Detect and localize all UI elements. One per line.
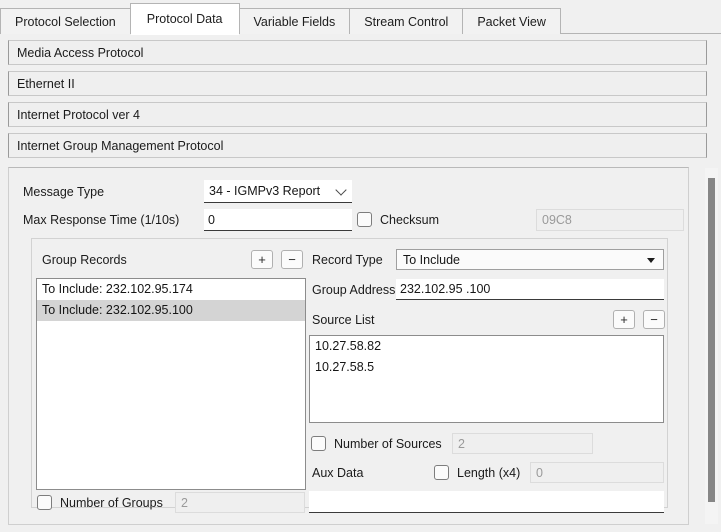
group-records-listbox[interactable]: To Include: 232.102.95.174 To Include: 2… bbox=[36, 278, 306, 490]
chevron-down-icon bbox=[335, 184, 346, 195]
group-address-label: Group Address bbox=[312, 283, 395, 297]
checksum-label: Checksum bbox=[380, 213, 439, 227]
group-address-value: 232.102.95 .100 bbox=[400, 282, 490, 296]
record-type-label: Record Type bbox=[312, 253, 383, 267]
checksum-value-field: 09C8 bbox=[536, 209, 684, 231]
tab-packet-view[interactable]: Packet View bbox=[462, 8, 561, 34]
max-response-time-input[interactable]: 0 bbox=[204, 209, 352, 231]
list-item[interactable]: 10.27.58.82 bbox=[310, 336, 663, 357]
group-address-input[interactable]: 232.102.95 .100 bbox=[396, 279, 664, 300]
tab-label: Packet View bbox=[477, 15, 546, 29]
aux-data-length-field: 0 bbox=[530, 462, 664, 483]
list-item[interactable]: To Include: 232.102.95.100 bbox=[37, 300, 305, 321]
max-response-time-label: Max Response Time (1/10s) bbox=[23, 213, 179, 227]
list-item[interactable]: 10.27.58.5 bbox=[310, 357, 663, 378]
message-type-value: 34 - IGMPv3 Report bbox=[209, 184, 320, 198]
number-of-groups-value: 2 bbox=[181, 496, 188, 510]
tab-label: Protocol Data bbox=[147, 12, 223, 26]
tab-stream-control[interactable]: Stream Control bbox=[349, 8, 463, 34]
number-of-sources-label: Number of Sources bbox=[334, 437, 442, 451]
aux-data-label: Aux Data bbox=[312, 466, 363, 480]
number-of-sources-checkbox[interactable] bbox=[311, 436, 326, 451]
tab-bar: Protocol Selection Protocol Data Variabl… bbox=[0, 0, 721, 34]
group-records-remove-button[interactable]: − bbox=[281, 250, 303, 269]
record-type-select[interactable]: To Include bbox=[396, 249, 664, 270]
aux-data-length-checkbox[interactable] bbox=[434, 465, 449, 480]
protocol-header-media-access-protocol[interactable]: Media Access Protocol bbox=[8, 40, 707, 65]
message-type-select[interactable]: 34 - IGMPv3 Report bbox=[204, 180, 352, 203]
tab-protocol-data[interactable]: Protocol Data bbox=[130, 3, 240, 34]
protocol-header-label: Ethernet II bbox=[17, 77, 75, 91]
checksum-value: 09C8 bbox=[542, 213, 572, 227]
vertical-scrollbar[interactable] bbox=[705, 168, 718, 524]
group-records-add-button[interactable]: + bbox=[251, 250, 273, 269]
protocol-header-label: Media Access Protocol bbox=[17, 46, 143, 60]
plus-icon: + bbox=[258, 253, 266, 266]
source-list-listbox[interactable]: 10.27.58.82 10.27.58.5 bbox=[309, 335, 664, 423]
group-records-label: Group Records bbox=[42, 253, 127, 267]
source-list-remove-button[interactable]: − bbox=[643, 310, 665, 329]
protocol-header-label: Internet Protocol ver 4 bbox=[17, 108, 140, 122]
list-item[interactable]: To Include: 232.102.95.174 bbox=[37, 279, 305, 300]
number-of-groups-checkbox[interactable] bbox=[37, 495, 52, 510]
message-type-label: Message Type bbox=[23, 185, 104, 199]
igmp-settings-panel: Message Type 34 - IGMPv3 Report Max Resp… bbox=[8, 167, 689, 525]
protocol-header-internet-protocol-ver-4[interactable]: Internet Protocol ver 4 bbox=[8, 102, 707, 127]
checksum-checkbox[interactable] bbox=[357, 212, 372, 227]
scrollbar-thumb[interactable] bbox=[708, 178, 715, 502]
tab-label: Protocol Selection bbox=[15, 15, 116, 29]
number-of-groups-field: 2 bbox=[175, 492, 305, 513]
tab-variable-fields[interactable]: Variable Fields bbox=[239, 8, 351, 34]
source-list-add-button[interactable]: + bbox=[613, 310, 635, 329]
protocol-accordion-list: Media Access Protocol Ethernet II Intern… bbox=[0, 34, 721, 158]
max-response-time-value: 0 bbox=[208, 213, 215, 227]
tab-protocol-selection[interactable]: Protocol Selection bbox=[0, 8, 131, 34]
triangle-down-icon bbox=[647, 258, 655, 263]
protocol-header-internet-group-management-protocol[interactable]: Internet Group Management Protocol bbox=[8, 133, 707, 158]
number-of-sources-field: 2 bbox=[452, 433, 593, 454]
minus-icon: − bbox=[288, 253, 296, 266]
record-type-value: To Include bbox=[403, 253, 460, 267]
plus-icon: + bbox=[620, 313, 628, 326]
aux-data-input[interactable] bbox=[309, 491, 664, 513]
protocol-header-ethernet-ii[interactable]: Ethernet II bbox=[8, 71, 707, 96]
protocol-data-window: Protocol Selection Protocol Data Variabl… bbox=[0, 0, 721, 532]
source-list-label: Source List bbox=[312, 313, 375, 327]
number-of-groups-label: Number of Groups bbox=[60, 496, 163, 510]
number-of-sources-value: 2 bbox=[458, 437, 465, 451]
aux-data-length-value: 0 bbox=[536, 466, 543, 480]
protocol-header-label: Internet Group Management Protocol bbox=[17, 139, 223, 153]
aux-data-length-label: Length (x4) bbox=[457, 466, 520, 480]
tab-label: Stream Control bbox=[364, 15, 448, 29]
minus-icon: − bbox=[650, 313, 658, 326]
tab-label: Variable Fields bbox=[254, 15, 336, 29]
